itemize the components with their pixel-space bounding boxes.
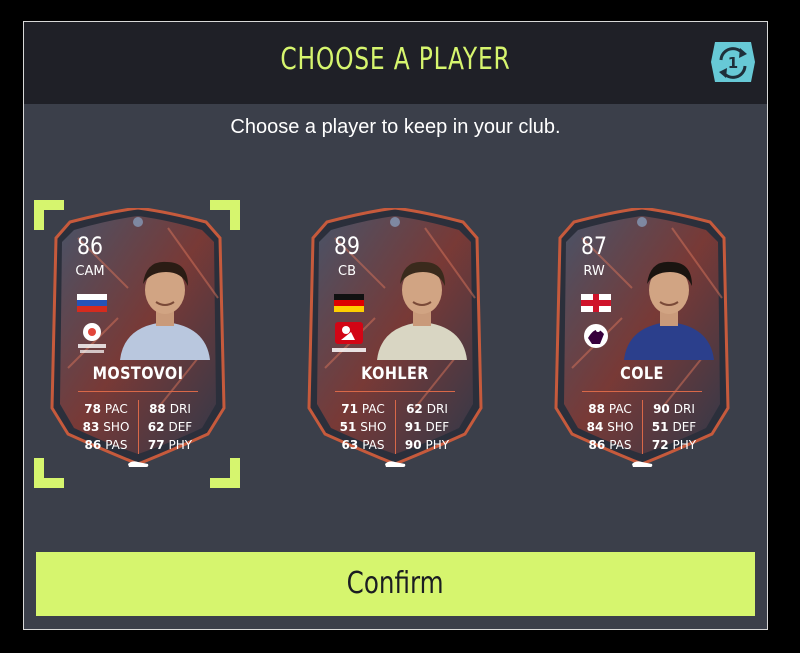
stat-value: 83 [82,420,100,434]
refresh-icon[interactable]: 1 [709,34,757,90]
stat-sho: 83 SHO [83,418,130,436]
name-divider [335,391,455,392]
dialog-subtitle: Choose a player to keep in your club. [230,116,561,138]
confirm-label: Confirm [347,566,444,601]
stat-value: 78 [84,402,101,416]
player-card-kohler[interactable]: 89 CB KOHLER 71 PAC 51 SHO 63 PAS 62 DRI 91 DEF 90 PHY [305,208,485,467]
stat-value: 88 [149,402,166,416]
stat-value: 84 [586,420,604,434]
stat-pas: 86 PAS [589,436,632,454]
stat-sho: 84 SHO [587,418,634,436]
player-stats: 78 PAC 83 SHO 86 PAS 88 DRI 62 DEF 77 PHY [74,400,202,454]
player-position: RW [583,264,605,279]
stat-value: 63 [341,438,359,452]
stat-value: 86 [84,438,102,452]
stat-def: 91 DEF [405,418,449,436]
stat-label: PAS [362,438,385,452]
player-card-mostovoi[interactable]: 86 CAM MOSTOVOI 78 PAC 83 SHO 86 PAS 88 DRI 62 DEF 77… [48,208,228,467]
player-name: KOHLER [361,364,429,384]
player-rating: 86 [77,232,103,260]
stat-label: PAS [105,438,128,452]
boot-icon [632,461,653,467]
player-stats: 71 PAC 51 SHO 63 PAS 62 DRI 91 DEF 90 PHY [331,400,459,454]
confirm-button[interactable]: Confirm [36,552,755,616]
stat-label: SHO [607,420,634,434]
stat-def: 51 DEF [652,418,696,436]
stat-value: 90 [653,402,670,416]
stat-value: 77 [147,438,165,452]
stat-label: SHO [103,420,130,434]
stat-phy: 90 PHY [405,436,449,454]
boot-icon [385,461,406,467]
name-divider [582,391,702,392]
choose-player-dialog: CHOOSE A PLAYER 1 Choose a player to kee… [23,21,768,630]
stat-value: 90 [404,438,422,452]
stat-label: PAC [104,402,128,416]
player-position: CAM [75,264,105,279]
player-name: MOSTOVOI [92,364,184,384]
stats-divider [138,400,139,454]
stat-def: 62 DEF [148,418,192,436]
stat-label: DEF [168,420,193,434]
league-logo-icon [78,323,106,353]
stat-value: 72 [651,438,669,452]
player-photo [110,248,220,360]
stat-label: PHY [425,438,450,452]
player-photo [614,248,724,360]
stat-value: 51 [339,420,357,434]
stat-label: DRI [426,402,448,416]
stat-dri: 62 DRI [406,400,448,418]
stat-label: DRI [673,402,695,416]
stat-dri: 90 DRI [653,400,695,418]
player-card-cole[interactable]: 87 RW COLE 88 PAC 84 SHO 86 PAS 90 DRI 51 DEF 72 PHY [552,208,732,467]
stat-value: 51 [651,420,669,434]
nation-flag-icon [334,294,364,312]
stat-value: 62 [147,420,165,434]
stat-value: 71 [341,402,358,416]
stat-value: 62 [406,402,423,416]
player-stats: 88 PAC 84 SHO 86 PAS 90 DRI 51 DEF 72 PHY [578,400,706,454]
stat-label: DEF [672,420,697,434]
stat-pas: 63 PAS [342,436,385,454]
nation-flag-icon [581,294,611,312]
stat-label: PHY [168,438,193,452]
dialog-title: CHOOSE A PLAYER [280,42,511,77]
stat-phy: 72 PHY [652,436,696,454]
boot-icon [128,461,149,467]
stat-label: DRI [169,402,191,416]
stat-label: PAS [609,438,632,452]
stat-pas: 86 PAS [85,436,128,454]
stat-value: 86 [588,438,606,452]
stat-label: DEF [425,420,450,434]
stat-label: PAC [361,402,385,416]
stat-label: SHO [360,420,387,434]
stat-pac: 78 PAC [84,400,128,418]
stat-phy: 77 PHY [148,436,192,454]
player-rating: 87 [581,232,607,260]
player-rating: 89 [334,232,360,260]
stat-pac: 88 PAC [588,400,632,418]
stats-divider [642,400,643,454]
player-photo [367,248,477,360]
league-logo-icon [584,324,608,348]
stats-divider [395,400,396,454]
refresh-count: 1 [728,54,738,72]
stat-label: PAC [608,402,632,416]
name-divider [78,391,198,392]
stat-label: PHY [672,438,697,452]
stat-pac: 71 PAC [341,400,385,418]
stat-value: 88 [588,402,605,416]
player-name: COLE [620,364,664,384]
player-position: CB [338,264,356,279]
stat-value: 91 [404,420,422,434]
league-logo-icon [332,322,366,352]
stat-dri: 88 DRI [149,400,191,418]
stat-sho: 51 SHO [340,418,387,436]
nation-flag-icon [77,294,107,312]
dialog-header: CHOOSE A PLAYER 1 [24,22,767,104]
